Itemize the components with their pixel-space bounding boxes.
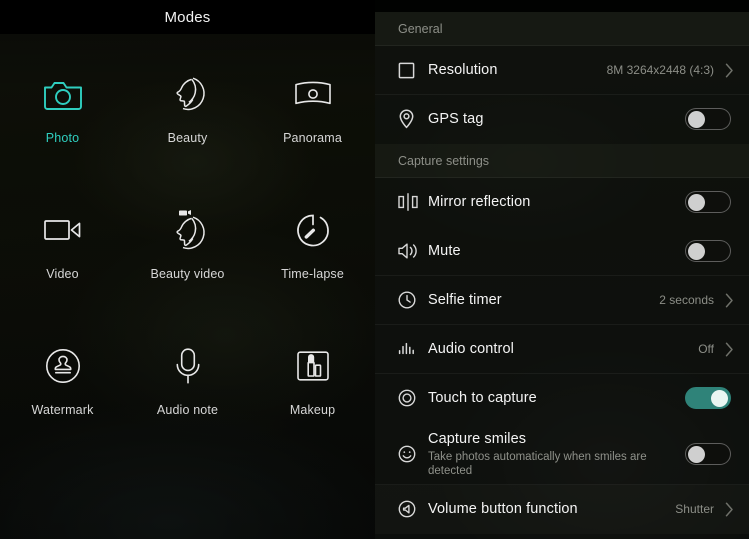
setting-title: GPS tag xyxy=(428,111,484,127)
speaker-icon xyxy=(398,239,428,263)
setting-title: Mute xyxy=(428,243,461,259)
mode-item-photo[interactable]: Photo xyxy=(0,56,125,192)
setting-row-audio-control[interactable]: Audio control Off xyxy=(375,325,749,374)
setting-subtitle: Take photos automatically when smiles ar… xyxy=(428,450,647,477)
setting-row-gps-tag[interactable]: GPS tag xyxy=(375,95,749,144)
panorama-icon xyxy=(293,74,333,114)
stopwatch-icon xyxy=(293,210,333,250)
mode-item-time-lapse[interactable]: Time-lapse xyxy=(250,192,375,328)
settings-panel: General Resolution 8M 3264x2448 (4:3) GP… xyxy=(375,0,749,539)
mode-item-video[interactable]: Video xyxy=(0,192,125,328)
mode-label: Audio note xyxy=(156,403,219,417)
chevron-right-icon[interactable] xyxy=(723,293,735,308)
chevron-right-icon[interactable] xyxy=(723,63,735,78)
camera-settings-screen: Modes Photo Beauty Panorama Video Beauty… xyxy=(0,0,749,539)
setting-row-selfie-timer[interactable]: Selfie timer 2 seconds xyxy=(375,276,749,325)
toggle-mirror-reflection[interactable] xyxy=(685,191,731,213)
face-beauty-icon xyxy=(168,74,208,114)
setting-label-wrap: Volume button function xyxy=(428,500,675,518)
face-video-icon xyxy=(168,210,208,250)
lipstick-icon xyxy=(293,346,333,386)
setting-label-wrap: Touch to capture xyxy=(428,389,685,407)
target-circle-icon xyxy=(398,386,428,410)
setting-row-mute[interactable]: Mute xyxy=(375,227,749,276)
setting-title: Volume button function xyxy=(428,501,578,517)
mode-label: Panorama xyxy=(283,131,342,145)
clipped-ghost-right xyxy=(729,0,733,5)
setting-label-wrap: Audio control xyxy=(428,340,698,358)
chevron-right-icon[interactable] xyxy=(723,502,735,517)
toggle-knob xyxy=(688,445,705,463)
toggle-gps-tag[interactable] xyxy=(685,108,731,130)
modes-header: Modes xyxy=(0,0,375,34)
mirror-icon xyxy=(398,190,428,214)
clipped-ghost-left xyxy=(393,0,397,5)
mode-label: Photo xyxy=(45,131,80,145)
stamp-icon xyxy=(43,346,83,386)
setting-title: Touch to capture xyxy=(428,390,537,406)
setting-title: Selfie timer xyxy=(428,292,502,308)
modes-grid: Photo Beauty Panorama Video Beauty video… xyxy=(0,34,375,464)
setting-label-wrap: Mirror reflection xyxy=(428,193,685,211)
mode-item-makeup[interactable]: Makeup xyxy=(250,328,375,464)
setting-value: Off xyxy=(698,342,714,356)
setting-row-resolution[interactable]: Resolution 8M 3264x2448 (4:3) xyxy=(375,46,749,95)
clipped-ghost-center xyxy=(525,0,529,5)
setting-row-touch-to-capture[interactable]: Touch to capture xyxy=(375,374,749,423)
toggle-touch-to-capture[interactable] xyxy=(685,387,731,409)
modes-title: Modes xyxy=(164,8,211,26)
settings-list[interactable]: General Resolution 8M 3264x2448 (4:3) GP… xyxy=(375,0,749,539)
audio-bars-icon xyxy=(398,337,428,361)
toggle-capture-smiles[interactable] xyxy=(685,442,731,465)
toggle-knob xyxy=(688,111,705,128)
smiley-icon xyxy=(398,442,428,466)
camera-icon xyxy=(43,74,83,114)
section-header-general: General xyxy=(375,12,749,46)
modes-panel: Modes Photo Beauty Panorama Video Beauty… xyxy=(0,0,375,539)
toggle-knob xyxy=(688,243,705,260)
clipped-row-above xyxy=(375,0,749,12)
setting-row-capture-smiles[interactable]: Capture smiles Take photos automatically… xyxy=(375,423,749,485)
setting-label-wrap: Resolution xyxy=(428,61,607,79)
mode-label: Time-lapse xyxy=(281,267,344,281)
section-header-capture-settings: Capture settings xyxy=(375,144,749,178)
microphone-icon xyxy=(168,346,208,386)
volume-button-icon xyxy=(398,497,428,521)
setting-value: 2 seconds xyxy=(659,293,714,307)
setting-label-wrap: Selfie timer xyxy=(428,291,659,309)
mode-label: Watermark xyxy=(31,403,94,417)
setting-value: 8M 3264x2448 (4:3) xyxy=(606,63,714,77)
mode-item-watermark[interactable]: Watermark xyxy=(0,328,125,464)
mode-label: Makeup xyxy=(289,403,336,417)
mode-label: Beauty xyxy=(167,131,208,145)
setting-label-wrap: Capture smiles Take photos automatically… xyxy=(428,430,685,478)
setting-label-wrap: Mute xyxy=(428,242,685,260)
setting-value: Shutter xyxy=(675,502,714,516)
clock-icon xyxy=(398,288,428,312)
mode-label: Video xyxy=(46,267,79,281)
setting-title: Audio control xyxy=(428,341,514,357)
chevron-right-icon[interactable] xyxy=(723,342,735,357)
mode-item-audio-note[interactable]: Audio note xyxy=(125,328,250,464)
setting-title: Mirror reflection xyxy=(428,194,531,210)
setting-title: Resolution xyxy=(428,62,498,78)
mode-item-panorama[interactable]: Panorama xyxy=(250,56,375,192)
toggle-knob xyxy=(711,390,728,407)
toggle-mute[interactable] xyxy=(685,240,731,262)
square-frame-icon xyxy=(398,58,428,82)
mode-label: Beauty video xyxy=(150,267,225,281)
video-camera-icon xyxy=(43,210,83,250)
setting-row-volume-button-function[interactable]: Volume button function Shutter xyxy=(375,485,749,534)
setting-label-wrap: GPS tag xyxy=(428,110,685,128)
toggle-knob xyxy=(688,194,705,211)
setting-row-mirror-reflection[interactable]: Mirror reflection xyxy=(375,178,749,227)
setting-title: Capture smiles xyxy=(428,430,527,447)
location-pin-icon xyxy=(398,107,428,131)
mode-item-beauty-video[interactable]: Beauty video xyxy=(125,192,250,328)
mode-item-beauty[interactable]: Beauty xyxy=(125,56,250,192)
